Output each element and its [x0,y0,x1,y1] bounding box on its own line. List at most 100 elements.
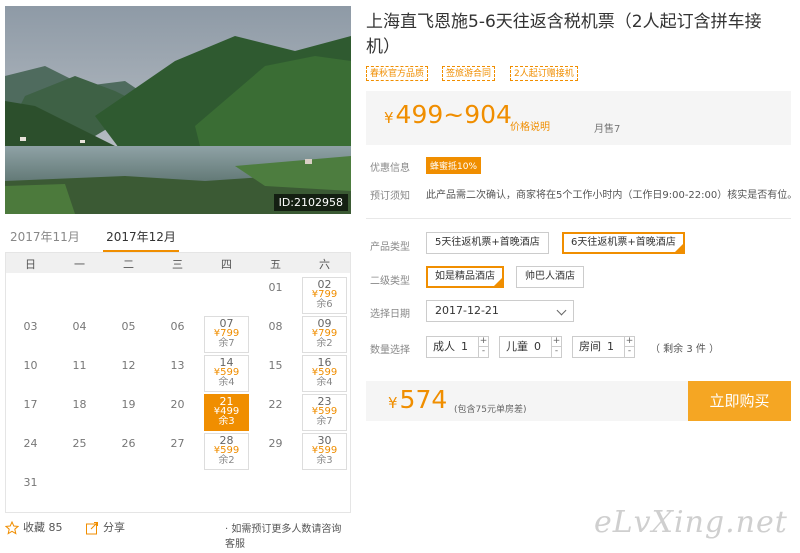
calendar-day[interactable]: 28 ¥599 余2 [204,433,249,470]
currency-symbol: ¥ [384,109,394,127]
adult-label: 成人 [433,340,455,353]
calendar-day: 05 [106,316,151,353]
day-remaining: 余2 [316,338,333,349]
favorite-count: 85 [48,521,63,534]
favorite-button[interactable]: 收藏 85 [5,519,63,535]
share-icon [86,522,98,535]
calendar-day-selected[interactable]: 21 ¥499 余3 [204,394,249,431]
day-remaining: 余3 [218,416,235,427]
total-value: 574 [399,385,448,414]
price-explanation-link[interactable]: 价格说明 [510,118,550,133]
day-number: 01 [268,281,283,294]
date-label: 选择日期 [370,309,410,320]
sub-type-shuaibaren-hotel[interactable]: 帅巴人酒店 [516,266,584,288]
calendar-day[interactable]: 09 ¥799 余2 [302,316,347,353]
day-remaining: 余4 [316,377,333,388]
calendar-day: 24 [8,433,53,470]
tab-month-dec[interactable]: 2017年12月 [103,228,179,252]
date-select[interactable]: 2017-12-21 [426,300,574,322]
day-number: 10 [23,359,38,372]
consult-note[interactable]: · 如需预订更多人数请咨询客服 [225,520,351,550]
price-range-value: 499~904 [395,100,512,129]
monthly-sales: 月售7 [594,124,621,135]
favorite-label: 收藏 [23,521,45,534]
calendar-day: 11 [57,355,102,392]
calendar-day: 06 [155,316,200,353]
weekday-label: 二 [123,258,134,271]
adult-minus[interactable]: - [479,347,488,357]
month-tabs: 2017年11月 2017年12月 [5,228,351,252]
child-minus[interactable]: - [552,347,561,357]
day-remaining: 余7 [218,338,235,349]
weekday-label: 四 [221,258,232,271]
price-box: ¥499~904 价格说明 月售7 [366,91,791,145]
day-number: 31 [23,476,38,489]
calendar-day: 01 [253,277,298,314]
calendar-day: 22 [253,394,298,431]
total-currency: ¥ [388,394,398,412]
product-photo: ID:2102958 [5,6,351,214]
child-label: 儿童 [506,340,528,353]
day-number: 20 [170,398,185,411]
calendar-day[interactable]: 23 ¥599 余7 [302,394,347,431]
product-type-6day[interactable]: 6天往返机票+首晚酒店 [562,232,685,254]
divider [366,218,791,219]
room-label: 房间 [579,340,601,353]
share-label: 分享 [103,521,125,534]
day-number: 27 [170,437,185,450]
promo-badge: 蜂蜜抵10% [426,157,482,174]
calendar-day[interactable]: 14 ¥599 余4 [204,355,249,392]
calendar-day: 27 [155,433,200,470]
weekday-label: 五 [270,258,281,271]
price-range: ¥499~904 [384,100,512,129]
calendar-day[interactable]: 16 ¥599 余4 [302,355,347,392]
weekday-label: 三 [172,258,183,271]
tag-travel-contract: 签旅游合同 [442,66,496,81]
calendar-day: 03 [8,316,53,353]
weekday-label: 日 [25,258,36,271]
product-type-label: 产品类型 [370,242,410,253]
day-number: 19 [121,398,136,411]
weekday-header: 日一二三四五六 [6,253,350,273]
day-remaining: 余4 [218,377,235,388]
room-minus[interactable]: - [625,347,634,357]
day-remaining: 余6 [316,299,333,310]
notice-label: 预订须知 [370,191,410,202]
day-remaining: 余2 [218,455,235,466]
left-footer: 收藏 85 分享 · 如需预订更多人数请咨询客服 [5,519,351,550]
calendar-day[interactable]: 02 ¥799 余6 [302,277,347,314]
date-value: 2017-12-21 [435,304,499,317]
calendar-day: 13 [155,355,200,392]
adult-stepper[interactable]: 成人 1 + - [426,336,489,358]
day-number: 05 [121,320,136,333]
day-number: 18 [72,398,87,411]
weekday-label: 一 [74,258,85,271]
room-stepper[interactable]: 房间 1 + - [572,336,635,358]
sub-type-boutique-hotel[interactable]: 如是精品酒店 [426,266,504,288]
calendar-day: 19 [106,394,151,431]
calendar-day: 26 [106,433,151,470]
day-number: 17 [23,398,38,411]
calendar-day[interactable]: 30 ¥599 余3 [302,433,347,470]
notice-text: 此产品需二次确认，商家将在5个工作小时内（工作日9:00-22:00）核实是否有… [426,190,798,201]
day-number: 13 [170,359,185,372]
calendar-day: 29 [253,433,298,470]
calendar-day[interactable]: 07 ¥799 余7 [204,316,249,353]
buy-now-button[interactable]: 立即购买 [688,381,791,421]
share-button[interactable]: 分享 [85,519,125,535]
calendar-day: 17 [8,394,53,431]
product-type-5day[interactable]: 5天往返机票+首晚酒店 [426,232,549,254]
calendar-day: 31 [8,472,53,509]
day-number: 22 [268,398,283,411]
day-number: 08 [268,320,283,333]
child-stepper[interactable]: 儿童 0 + - [499,336,562,358]
departure-calendar: 日 一 二 三 四 五 六 01 02 ¥799 余6 03 04 05 06 07 ¥799 余7 08 09 ¥7… [5,252,351,513]
day-number: 06 [170,320,185,333]
calendar-day: 18 [57,394,102,431]
product-title: 上海直飞恩施5-6天往返含税机票（2人起订含拼车接机） [366,12,762,57]
child-value: 0 [534,340,541,353]
tab-month-nov[interactable]: 2017年11月 [10,228,80,245]
day-remaining: 余7 [316,416,333,427]
day-number: 03 [23,320,38,333]
day-remaining: 余3 [316,455,333,466]
